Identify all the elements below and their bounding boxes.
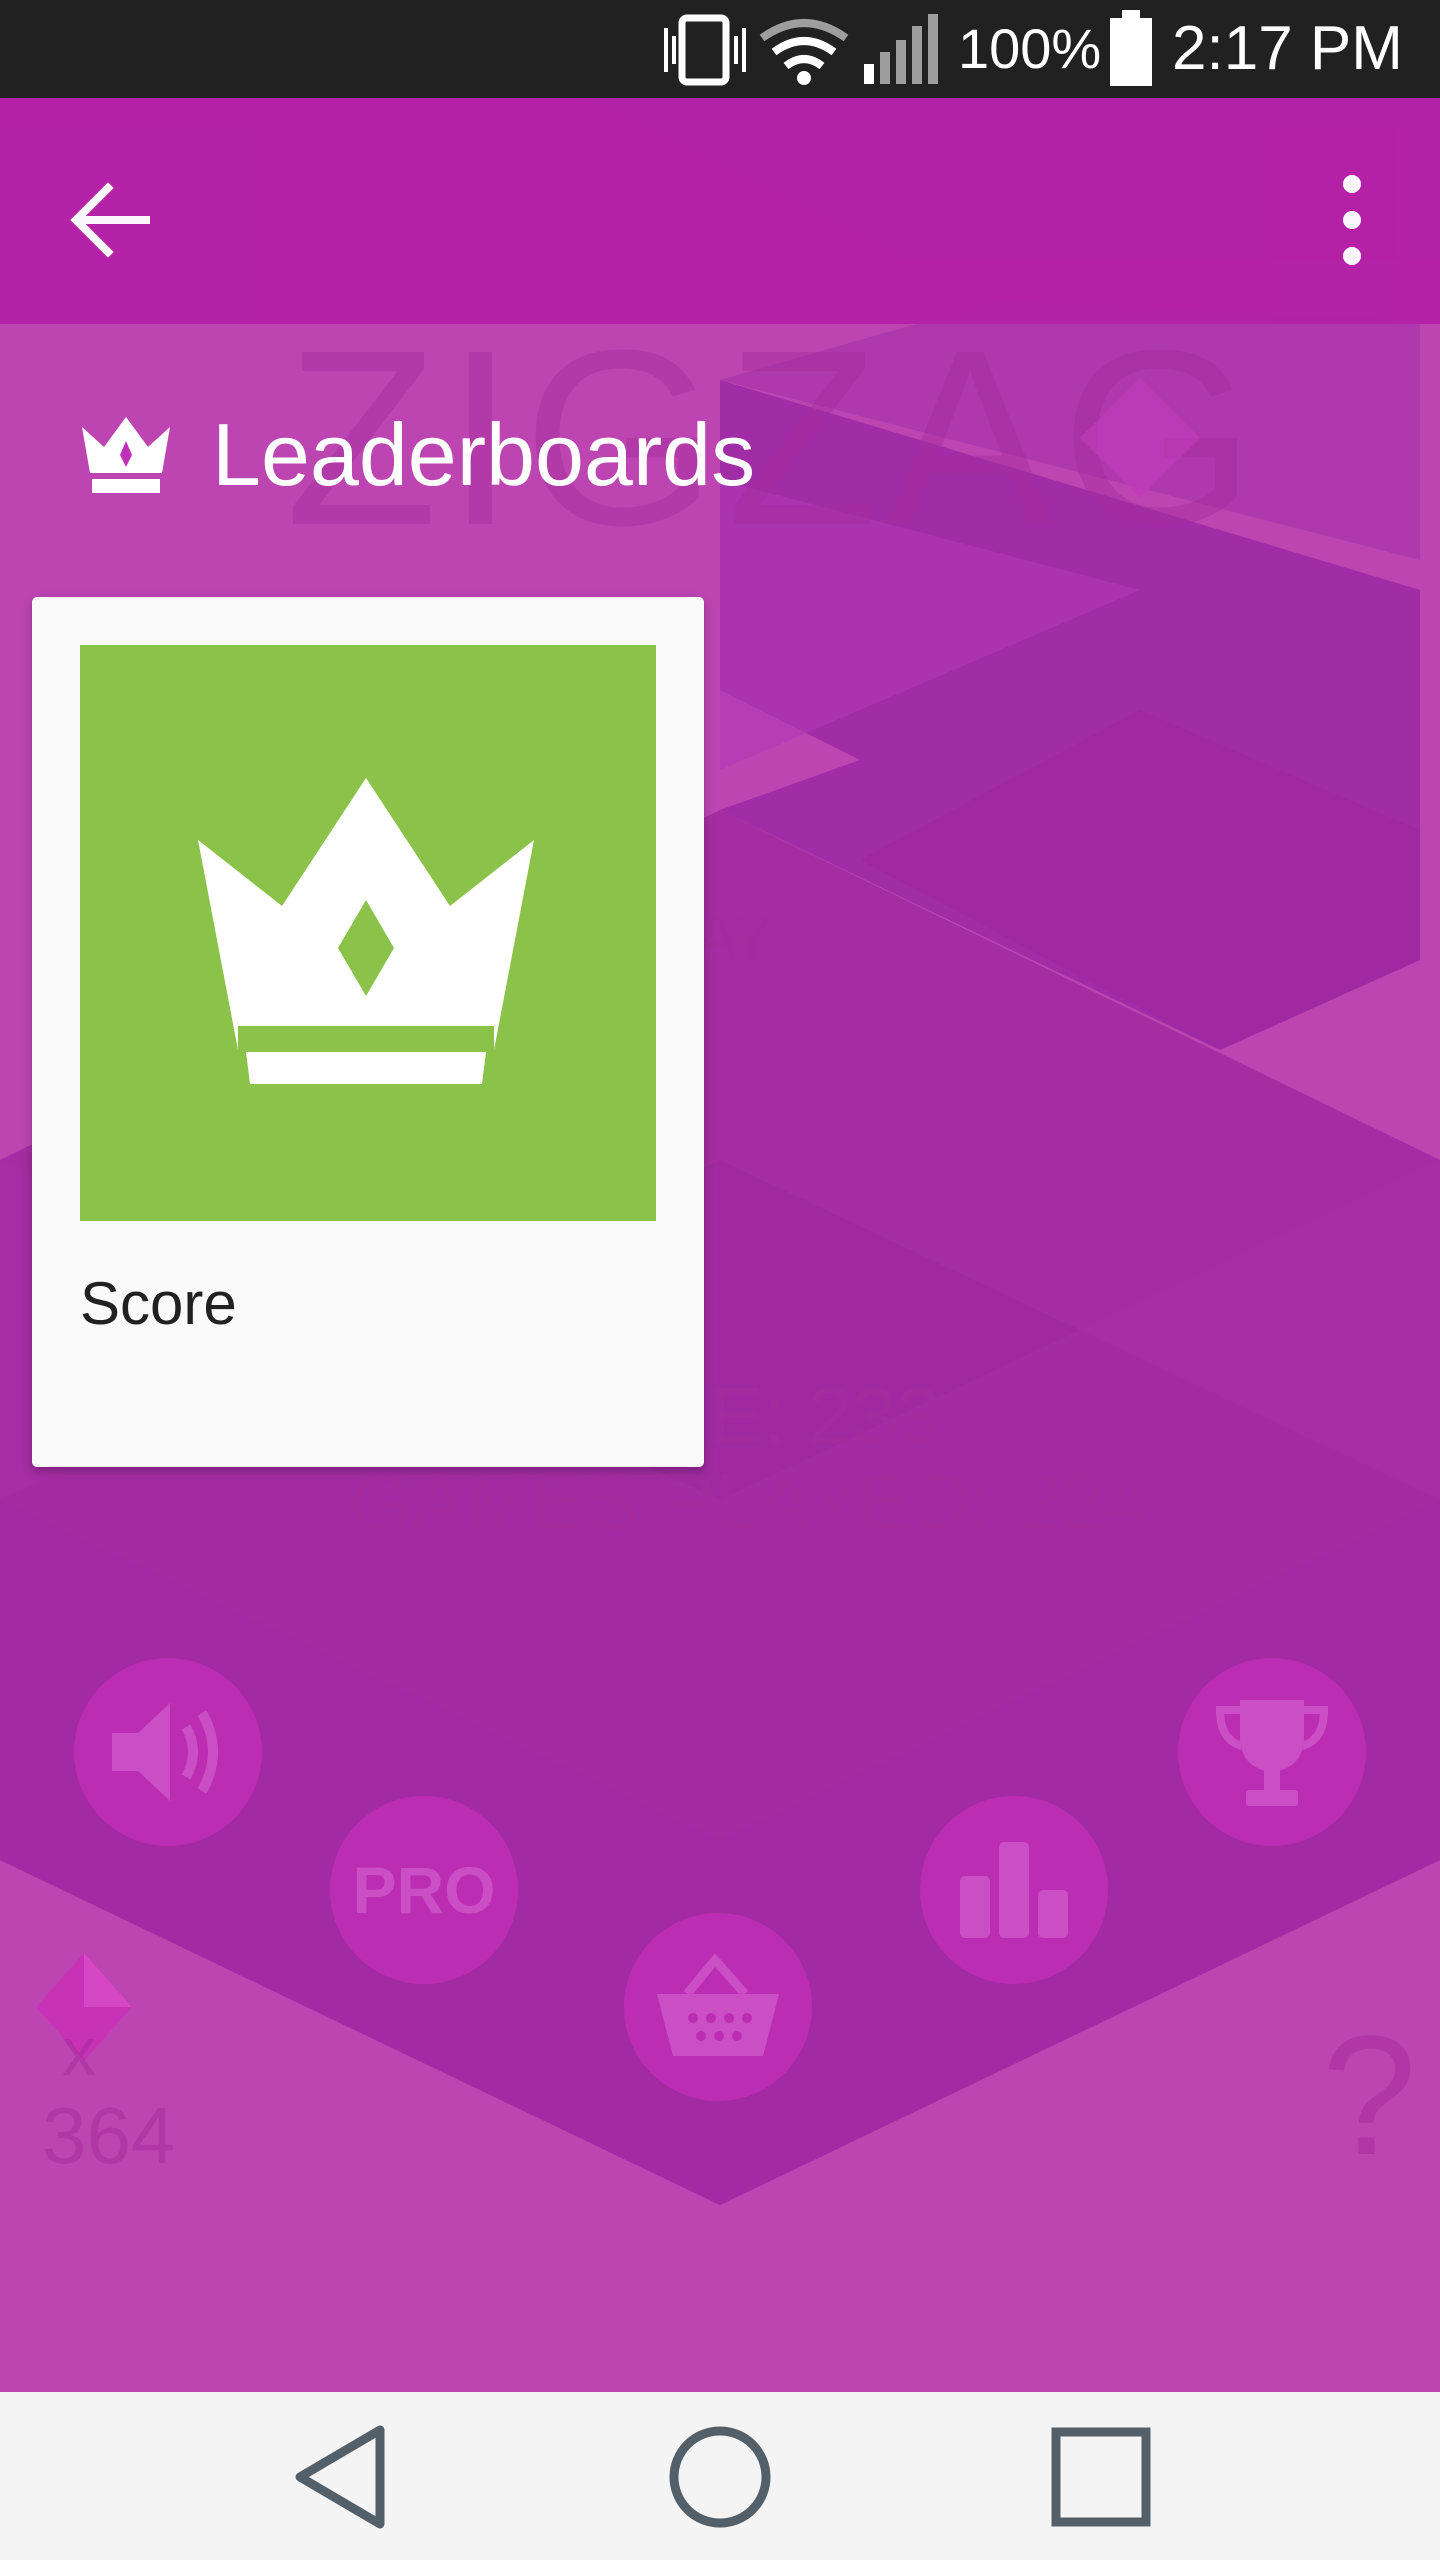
vibrate-icon — [664, 14, 746, 86]
speaker-icon — [112, 1703, 218, 1801]
status-bar: 100% 2:17 PM — [0, 0, 1440, 98]
bar-chart-icon — [960, 1842, 1068, 1938]
nav-recents-icon[interactable] — [1046, 2422, 1156, 2532]
pro-button: PRO — [330, 1796, 518, 1984]
leaderboard-tile — [80, 645, 656, 1221]
leaderboard-name: Score — [80, 1270, 237, 1337]
page-title: Leaderboards — [212, 405, 756, 504]
diamond-count: 364 — [42, 2091, 176, 2180]
shop-button — [624, 1913, 812, 2101]
app-bar — [0, 98, 1440, 324]
trophy-icon — [1215, 1700, 1329, 1806]
title-diamond-icon — [1080, 378, 1200, 498]
navigation-bar — [0, 2392, 1440, 2560]
clock: 2:17 PM — [1172, 14, 1403, 83]
pro-label: PRO — [352, 1853, 496, 1927]
nav-home-icon[interactable] — [665, 2422, 775, 2532]
leaderboard-card-score[interactable]: Score — [32, 597, 704, 1467]
battery-icon — [1110, 10, 1152, 86]
arrow-back-icon[interactable] — [68, 178, 152, 262]
stats-button — [920, 1796, 1108, 1984]
basket-icon — [657, 1953, 779, 2056]
sound-button — [74, 1658, 262, 1846]
achievements-button — [1178, 1658, 1366, 1846]
diamond-multiplier: x — [62, 2014, 96, 2090]
help-button: ? — [1322, 2001, 1417, 2191]
crown-icon — [82, 417, 170, 493]
more-vert-icon[interactable] — [1330, 170, 1374, 270]
crown-icon — [198, 778, 534, 1084]
page-header: Leaderboards — [82, 395, 755, 515]
wifi-icon — [759, 19, 849, 85]
signal-icon — [864, 14, 938, 84]
games-played-text: GAMES PLAYED: 224 — [350, 1457, 1149, 1546]
battery-percent: 100% — [958, 17, 1102, 80]
nav-back-icon[interactable] — [290, 2422, 400, 2532]
